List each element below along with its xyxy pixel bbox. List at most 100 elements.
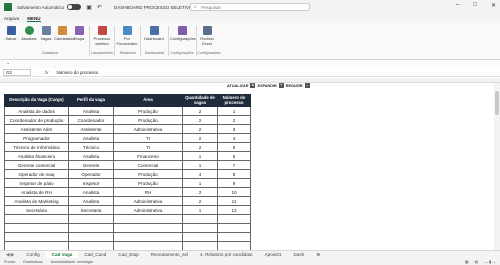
table-cell[interactable]: RH <box>113 187 183 197</box>
maximize-icon[interactable]: □ <box>473 2 477 9</box>
table-cell[interactable]: TI <box>113 133 183 143</box>
col-perfil[interactable]: Perfil da vaga <box>68 94 114 107</box>
table-cell[interactable]: Analista <box>68 151 114 161</box>
table-cell[interactable]: 2 <box>182 133 218 143</box>
table-cell[interactable]: Programador <box>4 133 69 143</box>
col-area[interactable]: Área <box>113 94 183 107</box>
table-cell[interactable]: 5 <box>217 142 251 152</box>
table-cell[interactable]: 10 <box>217 187 251 197</box>
table-cell[interactable]: 1 <box>217 106 251 116</box>
empty-cell[interactable] <box>217 223 251 233</box>
rodizio-button[interactable]: Rodízio Excel <box>198 26 216 46</box>
formula-input[interactable]: Número do processo <box>57 70 99 75</box>
page-layout-icon[interactable]: ▤ <box>475 259 479 264</box>
dashboard-button[interactable]: Dashboard <box>143 26 165 41</box>
reduzir-link[interactable]: REDUZIR <box>286 84 303 88</box>
table-cell[interactable]: 4 <box>217 133 251 143</box>
table-cell[interactable]: Inspetor <box>68 178 114 188</box>
table-cell[interactable]: Comercial <box>113 160 183 170</box>
table-cell[interactable]: Operador <box>68 169 114 179</box>
table-cell[interactable]: 1 <box>182 178 218 188</box>
table-cell[interactable]: Inspetor de pátio <box>4 178 69 188</box>
por-funcionario-button[interactable]: Por Funcionário <box>116 26 138 46</box>
vagas-button[interactable]: Vagas <box>38 26 54 41</box>
name-box[interactable]: G2 <box>3 69 31 76</box>
table-cell[interactable]: Técnico <box>68 142 114 152</box>
refresh-button[interactable]: Atualizar <box>21 26 37 41</box>
table-cell[interactable]: Analista <box>68 196 114 206</box>
table-cell[interactable]: 1 <box>182 151 218 161</box>
col-numero[interactable]: Número do processo <box>217 94 251 107</box>
table-cell[interactable]: 8 <box>217 169 251 179</box>
table-cell[interactable]: Analista <box>68 133 114 143</box>
scrollbar-thumb[interactable] <box>495 91 499 115</box>
expandir-icon[interactable]: + <box>278 83 284 88</box>
empty-cell[interactable] <box>4 232 69 242</box>
processo-seletivo-button[interactable]: Processo seletivo <box>92 26 112 46</box>
reduzir-icon[interactable]: – <box>304 83 310 88</box>
empty-cell[interactable] <box>4 214 69 224</box>
table-cell[interactable]: Administrativa <box>113 124 183 134</box>
table-cell[interactable]: Secretaria <box>68 205 114 215</box>
table-cell[interactable]: Analista <box>68 187 114 197</box>
atualizar-icon[interactable]: ↻ <box>250 83 256 88</box>
table-cell[interactable]: Produção <box>113 115 183 125</box>
autosave-toggle[interactable] <box>67 4 82 10</box>
empty-cell[interactable] <box>113 223 183 233</box>
close-icon[interactable]: ✕ <box>491 2 496 9</box>
col-descricao[interactable]: Descrição da Vaga (Cargo) <box>4 94 69 107</box>
empty-cell[interactable] <box>113 232 183 242</box>
table-cell[interactable]: Produção <box>113 106 183 116</box>
table-cell[interactable]: Analista financeiro <box>4 151 69 161</box>
table-cell[interactable]: 2 <box>182 115 218 125</box>
empty-cell[interactable] <box>113 214 183 224</box>
table-cell[interactable]: 2 <box>182 142 218 152</box>
table-cell[interactable]: Assistente Adm <box>4 124 69 134</box>
table-cell[interactable]: Produção <box>113 178 183 188</box>
empty-cell[interactable] <box>68 232 114 242</box>
menu-menu[interactable]: MENU <box>27 16 41 22</box>
tab-nav-arrows[interactable]: ◀ ▶ <box>0 252 20 258</box>
table-cell[interactable]: Administrativa <box>113 205 183 215</box>
table-cell[interactable]: Gerente <box>68 160 114 170</box>
table-cell[interactable]: Técnico de Informática <box>4 142 69 152</box>
table-cell[interactable]: Analista de RH <box>4 187 69 197</box>
table-cell[interactable]: 9 <box>217 178 251 188</box>
add-sheet-button[interactable]: ⊕ <box>310 252 326 258</box>
table-cell[interactable]: 2 <box>182 124 218 134</box>
table-cell[interactable]: 1 <box>182 160 218 170</box>
zoom-slider[interactable]: — ▮ — <box>484 259 496 264</box>
empty-cell[interactable] <box>217 232 251 242</box>
table-cell[interactable]: 4 <box>182 169 218 179</box>
table-cell[interactable]: Operador de maq <box>4 169 69 179</box>
empty-cell[interactable] <box>68 214 114 224</box>
table-cell[interactable]: 11 <box>217 196 251 206</box>
table-cell[interactable]: TI <box>113 142 183 152</box>
table-cell[interactable]: Produção <box>113 169 183 179</box>
atualizar-link[interactable]: ATUALIZAR <box>227 84 248 88</box>
minimize-icon[interactable]: – <box>456 2 459 9</box>
table-cell[interactable]: 1 <box>182 205 218 215</box>
vertical-scrollbar[interactable] <box>494 83 500 250</box>
status-accessibility[interactable]: Acessibilidade: investigar <box>51 260 94 264</box>
empty-cell[interactable] <box>182 214 218 224</box>
empty-cell[interactable] <box>4 223 69 233</box>
table-cell[interactable]: Administrativa <box>113 196 183 206</box>
table-cell[interactable]: 2 <box>182 106 218 116</box>
table-cell[interactable]: Coordenador <box>68 115 114 125</box>
etapa-button[interactable]: Etapa <box>71 26 87 41</box>
table-cell[interactable]: 7 <box>217 160 251 170</box>
menu-arquivo[interactable]: Arquivo <box>4 16 19 21</box>
normal-view-icon[interactable]: ▦ <box>465 259 469 264</box>
table-cell[interactable]: Analista de Marketing <box>4 196 69 206</box>
table-cell[interactable]: Assistente <box>68 124 114 134</box>
table-cell[interactable]: 6 <box>217 151 251 161</box>
empty-cell[interactable] <box>182 223 218 233</box>
undo-icon[interactable]: ↶ <box>97 4 102 11</box>
table-cell[interactable]: 2 <box>182 187 218 197</box>
fx-icon[interactable]: fx <box>45 70 49 75</box>
candidatos-button[interactable]: Candidatos <box>54 26 74 41</box>
save-icon[interactable]: ▣ <box>86 4 92 11</box>
chevron-down-icon[interactable]: ⌄ <box>6 60 10 66</box>
empty-cell[interactable] <box>217 214 251 224</box>
